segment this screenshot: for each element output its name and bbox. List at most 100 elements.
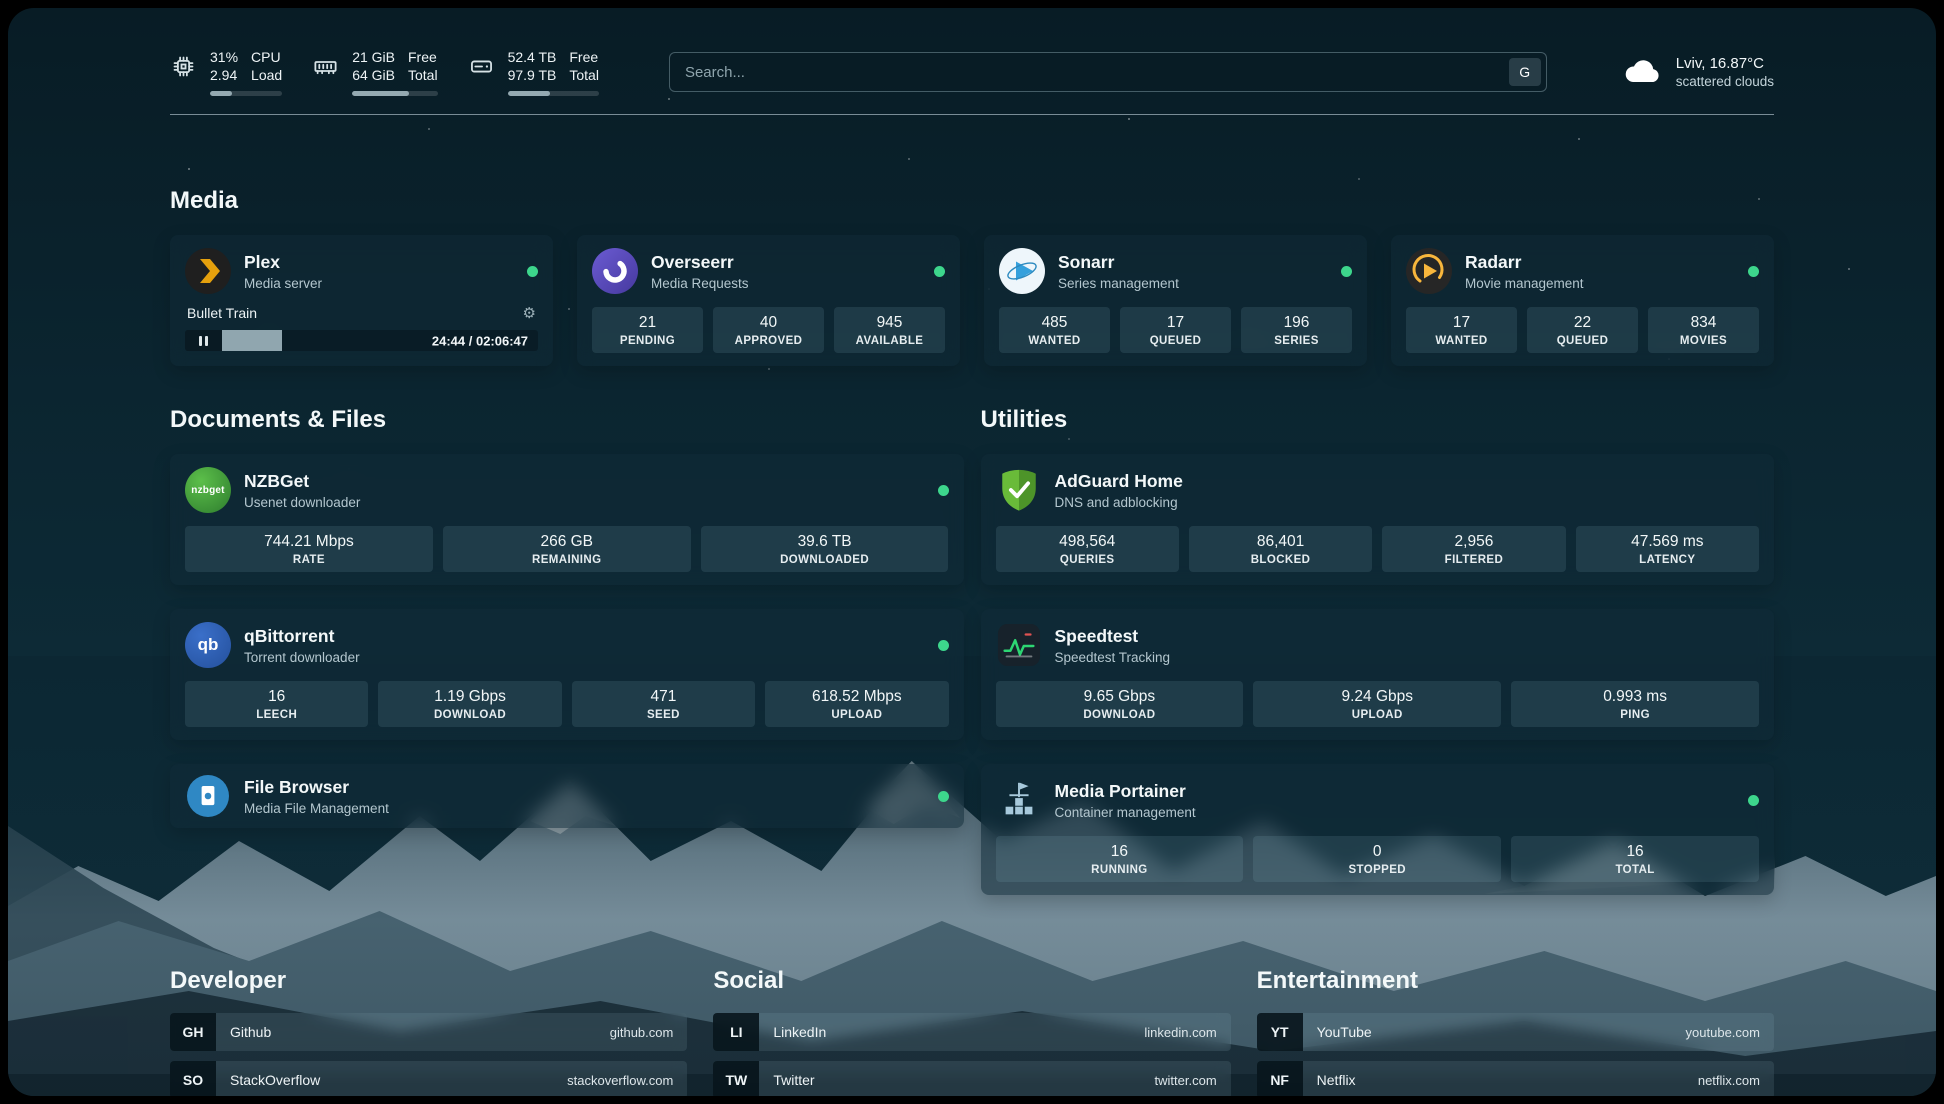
bookmark-netflix[interactable]: NF Netflix netflix.com xyxy=(1257,1061,1774,1096)
nzbget-icon-label: nzbget xyxy=(185,467,231,513)
nzbget-icon: nzbget xyxy=(185,467,231,513)
stat-label: REMAINING xyxy=(449,554,685,566)
nzbget-stats: 744.21 Mbps RATE 266 GB REMAINING 39.6 T… xyxy=(185,526,949,572)
bookmark-group-entertainment: Entertainment YT YouTube youtube.com NF … xyxy=(1257,967,1774,1096)
filebrowser-titles: File Browser Media File Management xyxy=(244,777,389,816)
documents-column: Documents & Files nzbget NZBGet Usenet d… xyxy=(170,406,964,895)
portainer-titles: Media Portainer Container management xyxy=(1055,781,1196,820)
pause-icon[interactable] xyxy=(185,330,222,351)
stat-value: 471 xyxy=(578,688,749,706)
playback-progress[interactable]: 24:44 / 02:06:47 xyxy=(185,330,538,351)
sonarr-stats: 485 WANTED 17 QUEUED 196 SERIES xyxy=(999,307,1352,353)
app-card-speedtest[interactable]: Speedtest Speedtest Tracking 9.65 Gbps D… xyxy=(981,609,1775,740)
cpu-values: 31% 2.94 xyxy=(210,48,238,84)
stat-label: WANTED xyxy=(1005,335,1104,347)
bookmark-abbr: NF xyxy=(1257,1061,1303,1096)
stat-label: PING xyxy=(1517,709,1753,721)
plex-icon xyxy=(185,248,231,294)
app-card-qbittorrent[interactable]: qb qBittorrent Torrent downloader 16 xyxy=(170,609,964,740)
app-card-portainer[interactable]: Media Portainer Container management 16 … xyxy=(981,764,1775,895)
stat-value: 0 xyxy=(1259,843,1495,861)
bookmark-abbr: YT xyxy=(1257,1013,1303,1051)
overseerr-stats: 21 PENDING 40 APPROVED 945 AVAILABLE xyxy=(592,307,945,353)
stat-value: 196 xyxy=(1247,314,1346,332)
bookmark-url: twitter.com xyxy=(1155,1073,1217,1088)
bookmark-abbr: GH xyxy=(170,1013,216,1051)
stat-label: APPROVED xyxy=(719,335,818,347)
radarr-titles: Radarr Movie management xyxy=(1465,252,1584,291)
stat-label: QUERIES xyxy=(1002,554,1173,566)
sonarr-titles: Sonarr Series management xyxy=(1058,252,1179,291)
stat-value: 266 GB xyxy=(449,533,685,551)
utilities-column: Utilities xyxy=(981,406,1775,895)
stat-tile: 16 RUNNING xyxy=(996,836,1244,882)
bookmark-name: YouTube xyxy=(1317,1024,1372,1040)
app-card-plex[interactable]: Plex Media server Bullet Train ⚙ 24:44 /… xyxy=(170,235,553,366)
stat-value: 485 xyxy=(1005,314,1104,332)
stat-tile: 40 APPROVED xyxy=(713,307,824,353)
app-subtitle: Torrent downloader xyxy=(244,650,360,665)
stat-tile: 86,401 BLOCKED xyxy=(1189,526,1372,572)
bookmark-linkedin[interactable]: LI LinkedIn linkedin.com xyxy=(713,1013,1230,1051)
memory-icon xyxy=(312,53,339,80)
playback-fill xyxy=(222,330,282,351)
app-card-adguard[interactable]: AdGuard Home DNS and adblocking 498,564 … xyxy=(981,454,1775,585)
bookmark-url: github.com xyxy=(610,1025,674,1040)
app-subtitle: DNS and adblocking xyxy=(1055,495,1183,510)
stat-tile: 1.19 Gbps DOWNLOAD xyxy=(378,681,561,727)
stat-tile: 2,956 FILTERED xyxy=(1382,526,1565,572)
app-card-overseerr[interactable]: Overseerr Media Requests 21 PENDING 40 A… xyxy=(577,235,960,366)
cpu-load-value: 2.94 xyxy=(210,66,238,84)
bookmark-group-developer: Developer GH Github github.com SO StackO… xyxy=(170,967,687,1096)
memory-free: 21 GiB xyxy=(352,48,395,66)
stat-tile: 834 MOVIES xyxy=(1648,307,1759,353)
stat-tile: 39.6 TB DOWNLOADED xyxy=(701,526,949,572)
bookmark-stackoverflow[interactable]: SO StackOverflow stackoverflow.com xyxy=(170,1061,687,1096)
stat-tile: 471 SEED xyxy=(572,681,755,727)
stat-value: 40 xyxy=(719,314,818,332)
stat-tile: 9.24 Gbps UPLOAD xyxy=(1253,681,1501,727)
gear-icon[interactable]: ⚙ xyxy=(523,306,536,321)
memory-label-top: Free xyxy=(408,48,438,66)
bookmark-twitter[interactable]: TW Twitter twitter.com xyxy=(713,1061,1230,1096)
bookmark-github[interactable]: GH Github github.com xyxy=(170,1013,687,1051)
weather-widget: Lviv, 16.87°C scattered clouds xyxy=(1623,55,1774,89)
stat-value: 834 xyxy=(1654,314,1753,332)
section-title-social: Social xyxy=(713,967,1230,995)
disk-label-bottom: Total xyxy=(569,66,599,84)
stat-tile: 744.21 Mbps RATE xyxy=(185,526,433,572)
app-card-nzbget[interactable]: nzbget NZBGet Usenet downloader 744.21 M… xyxy=(170,454,964,585)
bookmark-name: Netflix xyxy=(1317,1072,1356,1088)
cpu-widget: 31% 2.94 CPU Load xyxy=(170,48,282,96)
stat-tile: 618.52 Mbps UPLOAD xyxy=(765,681,948,727)
app-card-filebrowser[interactable]: File Browser Media File Management xyxy=(170,764,964,828)
playback-time: 24:44 / 02:06:47 xyxy=(432,333,528,348)
app-name: File Browser xyxy=(244,777,389,798)
nzbget-titles: NZBGet Usenet downloader xyxy=(244,471,360,510)
stat-label: DOWNLOADED xyxy=(707,554,943,566)
stat-label: QUEUED xyxy=(1533,335,1632,347)
stat-tile: 16 TOTAL xyxy=(1511,836,1759,882)
search-engine-button[interactable]: G xyxy=(1509,58,1541,86)
bookmarks: Developer GH Github github.com SO StackO… xyxy=(170,967,1774,1096)
weather-text: Lviv, 16.87°C scattered clouds xyxy=(1676,55,1774,89)
app-card-sonarr[interactable]: Sonarr Series management 485 WANTED 17 Q… xyxy=(984,235,1367,366)
qbittorrent-icon-label: qb xyxy=(185,622,231,668)
app-name: Speedtest xyxy=(1055,626,1171,647)
search-area: G xyxy=(669,52,1547,92)
now-playing-row: Bullet Train ⚙ xyxy=(185,305,538,321)
stat-tile: 22 QUEUED xyxy=(1527,307,1638,353)
cpu-label-bottom: Load xyxy=(251,66,282,84)
bookmark-youtube[interactable]: YT YouTube youtube.com xyxy=(1257,1013,1774,1051)
top-bar: 31% 2.94 CPU Load xyxy=(170,8,1774,96)
disk-free: 52.4 TB xyxy=(508,48,557,66)
search-input[interactable] xyxy=(670,64,1509,81)
stat-label: DOWNLOAD xyxy=(1002,709,1238,721)
stat-label: RATE xyxy=(191,554,427,566)
speedtest-icon xyxy=(996,622,1042,668)
bookmark-url: youtube.com xyxy=(1686,1025,1760,1040)
stat-label: AVAILABLE xyxy=(840,335,939,347)
bookmark-abbr: SO xyxy=(170,1061,216,1096)
memory-widget: 21 GiB 64 GiB Free Total xyxy=(312,48,437,96)
app-card-radarr[interactable]: Radarr Movie management 17 WANTED 22 QUE… xyxy=(1391,235,1774,366)
